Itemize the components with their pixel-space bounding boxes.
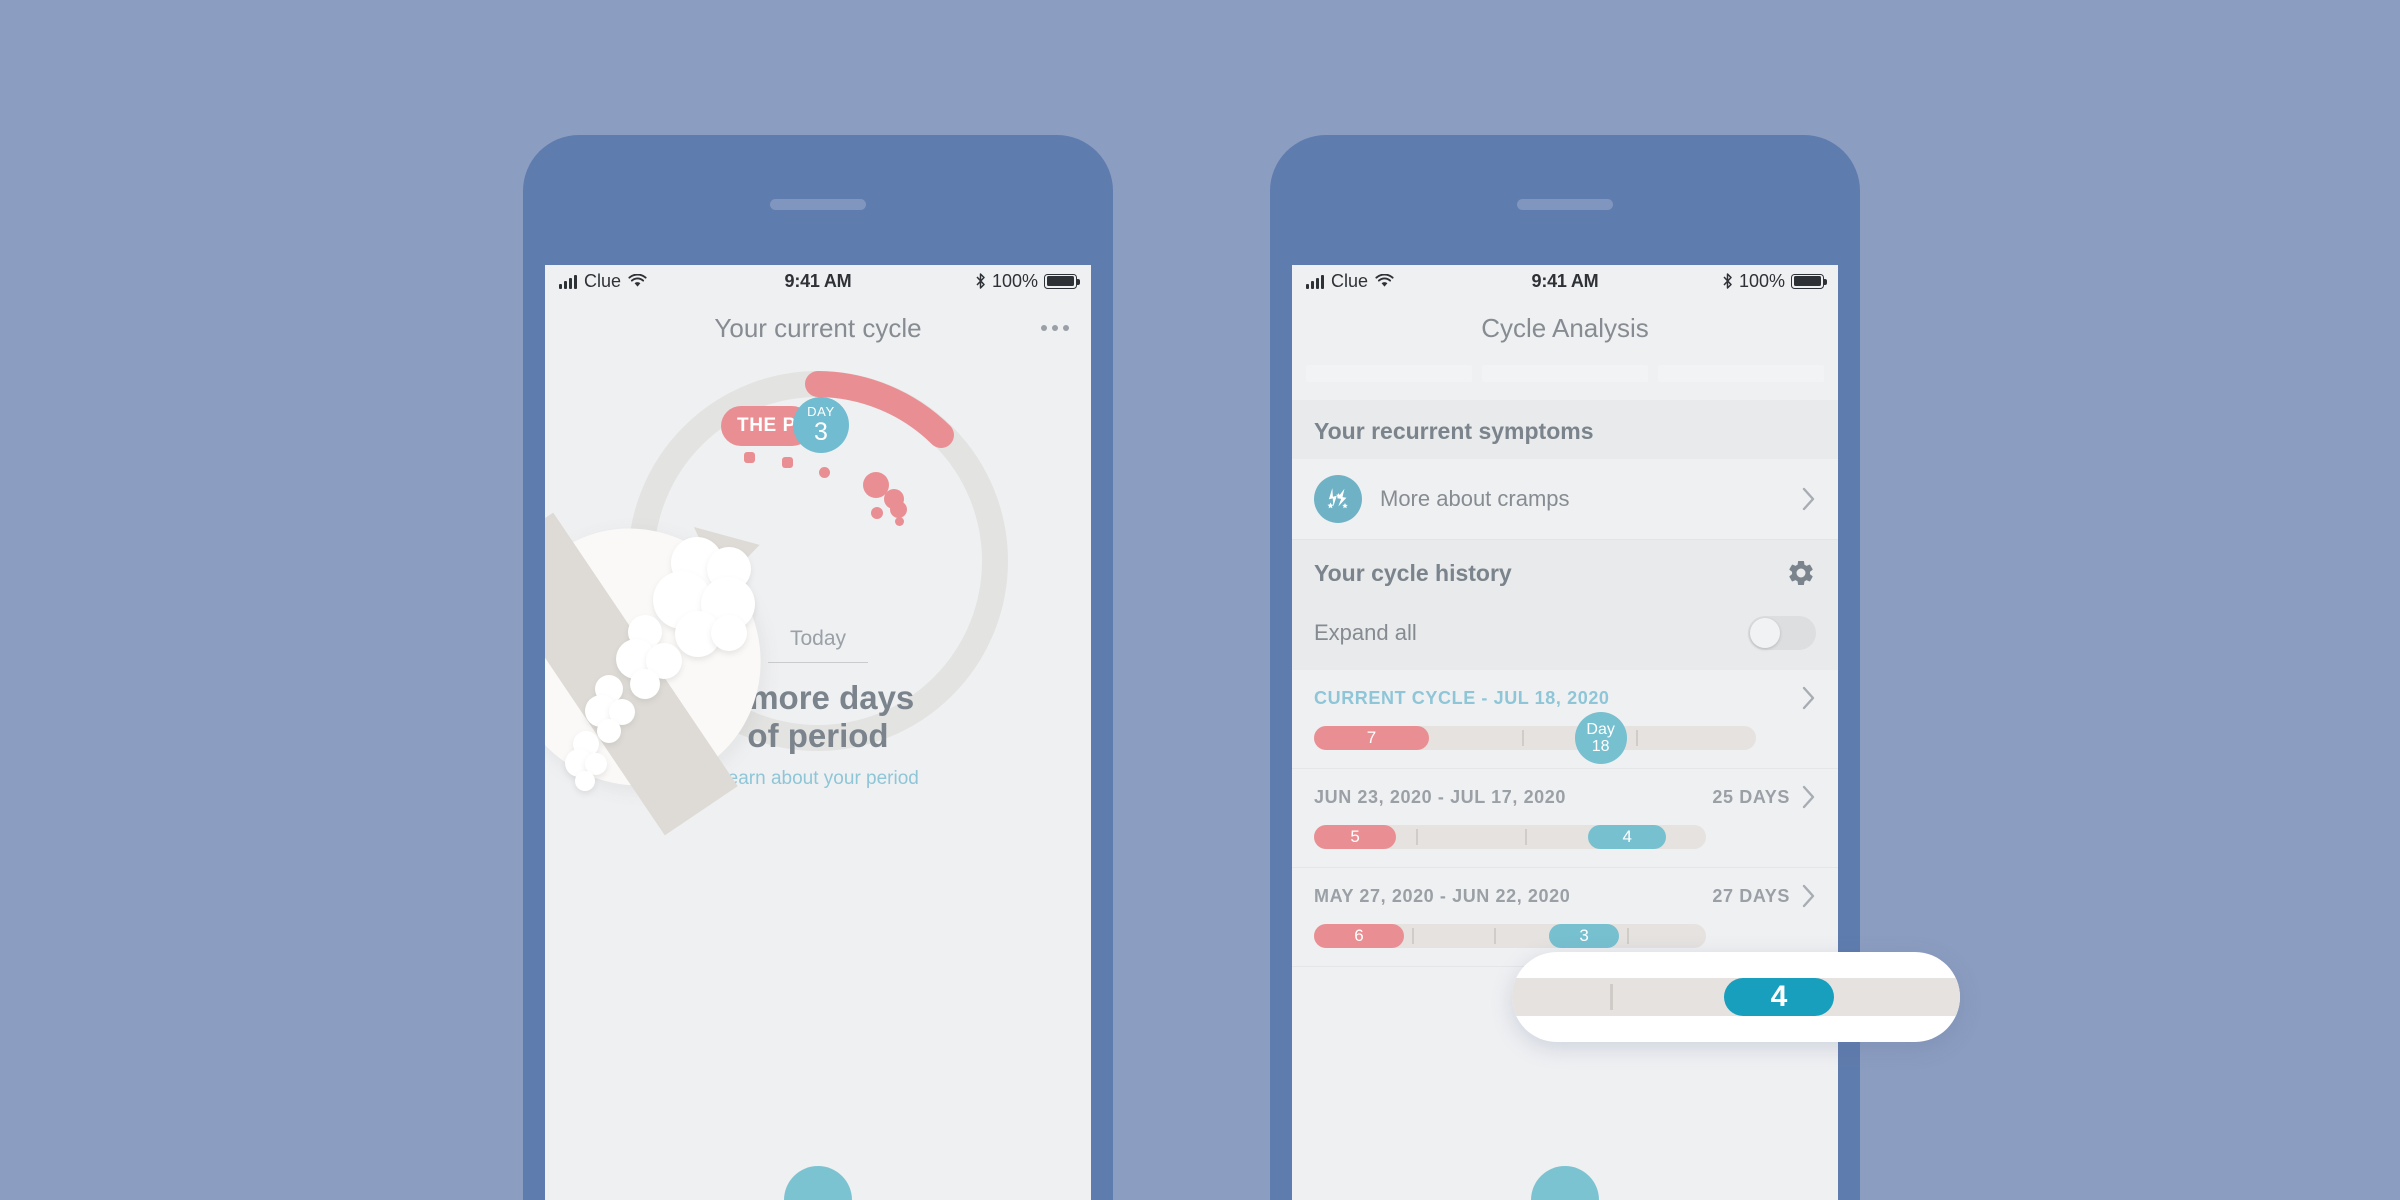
- phone-speaker: [770, 199, 866, 210]
- cycle-bar: 5 4: [1314, 825, 1706, 849]
- period-marker-dot: [871, 507, 883, 519]
- gear-icon[interactable]: [1786, 558, 1816, 588]
- cycle-row-header: MAY 27, 2020 - JUN 22, 2020 27 DAYS: [1314, 884, 1816, 908]
- current-day-bubble[interactable]: DAY 3: [793, 397, 849, 453]
- cycle-row-right: 25 DAYS: [1712, 785, 1816, 809]
- cycle-bar: 7 Day 18: [1314, 712, 1756, 764]
- period-marker-dot: [895, 517, 904, 526]
- battery-percent-label: 100%: [991, 270, 1038, 291]
- bar-tick: [1411, 928, 1414, 944]
- chevron-right-icon: [1802, 487, 1816, 511]
- fertile-segment: 4: [1588, 825, 1667, 849]
- cycle-title: MAY 27, 2020 - JUN 22, 2020: [1314, 885, 1571, 906]
- period-marker-square: [744, 452, 755, 463]
- cycle-bar: 6 3: [1314, 924, 1706, 948]
- fertile-segment: 3: [1548, 924, 1620, 948]
- carrier-label: Clue: [1331, 270, 1369, 291]
- cycle-row-right: 27 DAYS: [1712, 884, 1816, 908]
- magnified-bar-tick: [1610, 984, 1613, 1010]
- magnified-fertile-pill: 4: [1724, 978, 1834, 1016]
- page-title: Your current cycle: [714, 312, 922, 343]
- bar-tick: [1636, 730, 1639, 746]
- bar-tick: [1525, 829, 1528, 845]
- period-segment: 7: [1314, 726, 1429, 750]
- cycle-title: JUN 23, 2020 - JUL 17, 2020: [1314, 786, 1567, 807]
- recurrent-symptoms-heading: Your recurrent symptoms: [1292, 400, 1838, 459]
- table-row[interactable]: JUN 23, 2020 - JUL 17, 2020 25 DAYS 5 4: [1292, 769, 1838, 868]
- cycle-title: CURRENT CYCLE - JUL 18, 2020: [1314, 687, 1610, 708]
- bar-tick: [1415, 829, 1418, 845]
- battery-percent-label: 100%: [1738, 270, 1785, 291]
- cycle-row-right: [1790, 686, 1816, 710]
- expand-all-label: Expand all: [1314, 620, 1417, 645]
- current-day-key: Day: [1586, 720, 1615, 738]
- cellular-signal-icon: [1306, 274, 1324, 289]
- expand-all-row[interactable]: Expand all: [1292, 602, 1838, 670]
- battery-full-icon: [1791, 273, 1827, 289]
- page-title: Cycle Analysis: [1481, 312, 1649, 343]
- status-bar-left: Clue: [559, 271, 647, 292]
- bluetooth-icon: [1723, 273, 1732, 289]
- period-marker-dot: [890, 501, 907, 518]
- tab-2[interactable]: [1658, 365, 1824, 382]
- chevron-right-icon: [1802, 785, 1816, 809]
- wifi-icon: [628, 274, 647, 287]
- cramps-lightning-icon: [1314, 475, 1362, 523]
- current-day-key: DAY: [807, 404, 835, 419]
- period-segment: 5: [1314, 825, 1397, 849]
- battery-full-icon: [1044, 273, 1080, 289]
- recurrent-symptoms-title: Your recurrent symptoms: [1314, 418, 1594, 444]
- period-segment: 6: [1314, 924, 1405, 948]
- spacer: [1292, 382, 1838, 400]
- current-day-bubble: Day 18: [1574, 712, 1627, 764]
- status-bar-right: 100%: [1722, 270, 1827, 292]
- carrier-label: Clue: [584, 270, 622, 291]
- bar-tick: [1627, 928, 1630, 944]
- phone-right-screen: Clue 9:41 AM 100% Cycle Analysis Your re…: [1292, 265, 1838, 1200]
- phone-left-device: Clue 9:41 AM 100% Your current cycle THE…: [523, 135, 1113, 1200]
- cycle-row-header: CURRENT CYCLE - JUL 18, 2020: [1314, 686, 1816, 710]
- tab-1[interactable]: [1482, 365, 1648, 382]
- phone-left-screen: Clue 9:41 AM 100% Your current cycle THE…: [545, 265, 1091, 1200]
- period-marker-dot: [819, 467, 830, 478]
- bar-tick: [1521, 730, 1524, 746]
- period-flow-magnifier-illustration: [545, 479, 823, 836]
- expand-all-toggle[interactable]: [1748, 616, 1816, 650]
- cycle-row-header: JUN 23, 2020 - JUL 17, 2020 25 DAYS: [1314, 785, 1816, 809]
- period-marker-square: [782, 457, 793, 468]
- bluetooth-icon: [976, 273, 985, 289]
- cycle-length: 27 DAYS: [1712, 885, 1790, 906]
- add-entry-button[interactable]: [1531, 1166, 1599, 1200]
- current-day-value: 18: [1591, 738, 1610, 755]
- chevron-right-icon: [1802, 884, 1816, 908]
- status-bar: Clue 9:41 AM 100%: [545, 265, 1091, 297]
- cellular-signal-icon: [559, 274, 577, 289]
- current-day-value: 3: [814, 418, 828, 446]
- more-about-cramps-label: More about cramps: [1380, 486, 1570, 511]
- status-bar-left: Clue: [1306, 271, 1394, 292]
- phase-pill-label: THE P: [737, 415, 796, 436]
- status-bar: Clue 9:41 AM 100%: [1292, 265, 1838, 297]
- add-entry-button[interactable]: [784, 1166, 852, 1200]
- fertile-window-magnifier: 4: [1512, 952, 1960, 1042]
- cycle-length: 25 DAYS: [1712, 786, 1790, 807]
- status-bar-right: 100%: [975, 270, 1080, 292]
- more-about-cramps-row[interactable]: More about cramps: [1292, 459, 1838, 540]
- cycle-history-title: Your cycle history: [1314, 559, 1512, 586]
- nav-bar-left: Your current cycle: [545, 297, 1091, 359]
- cycle-wheel: THE P DAY 3 Today 2 more days of period …: [545, 359, 1091, 999]
- tab-strip: [1292, 359, 1838, 382]
- more-options-icon[interactable]: [1041, 325, 1069, 331]
- bar-tick: [1494, 928, 1497, 944]
- tab-0[interactable]: [1306, 365, 1472, 382]
- table-row[interactable]: CURRENT CYCLE - JUL 18, 2020 7 Day 18: [1292, 670, 1838, 769]
- chevron-right-icon: [1802, 686, 1816, 710]
- phone-speaker: [1517, 199, 1613, 210]
- cycle-history-heading: Your cycle history: [1292, 540, 1838, 602]
- nav-bar-right: Cycle Analysis: [1292, 297, 1838, 359]
- wifi-icon: [1375, 274, 1394, 287]
